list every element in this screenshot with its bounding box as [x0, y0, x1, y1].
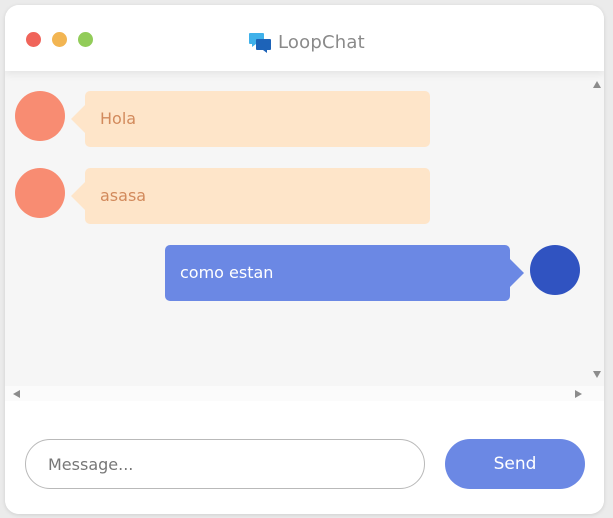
message-list[interactable]: Hola asasa como estan — [5, 71, 589, 386]
close-window-button[interactable] — [26, 32, 41, 47]
maximize-window-button[interactable] — [78, 32, 93, 47]
arrow-left-icon[interactable] — [13, 390, 20, 398]
message-bubble-incoming: asasa — [71, 168, 430, 224]
message-bubble-incoming: Hola — [71, 91, 430, 147]
avatar — [15, 91, 65, 141]
chat-bubbles-icon — [249, 33, 271, 53]
title-bar: LoopChat — [5, 5, 604, 71]
message-input[interactable] — [25, 439, 425, 489]
composer-bar: Send — [5, 401, 604, 514]
app-title: LoopChat — [278, 31, 365, 53]
arrow-up-icon[interactable] — [593, 81, 601, 88]
app-title-group: LoopChat — [248, 30, 365, 54]
avatar — [530, 245, 580, 295]
vertical-scrollbar[interactable] — [589, 71, 604, 386]
app-window: LoopChat Hola asasa como estan Send — [5, 5, 604, 514]
arrow-down-icon[interactable] — [593, 371, 601, 378]
horizontal-scrollbar[interactable] — [5, 386, 589, 401]
avatar — [15, 168, 65, 218]
message-bubble-outgoing: como estan — [165, 245, 524, 301]
scrollbar-corner — [589, 386, 604, 401]
minimize-window-button[interactable] — [52, 32, 67, 47]
arrow-right-icon[interactable] — [575, 390, 582, 398]
send-button[interactable]: Send — [445, 439, 585, 489]
